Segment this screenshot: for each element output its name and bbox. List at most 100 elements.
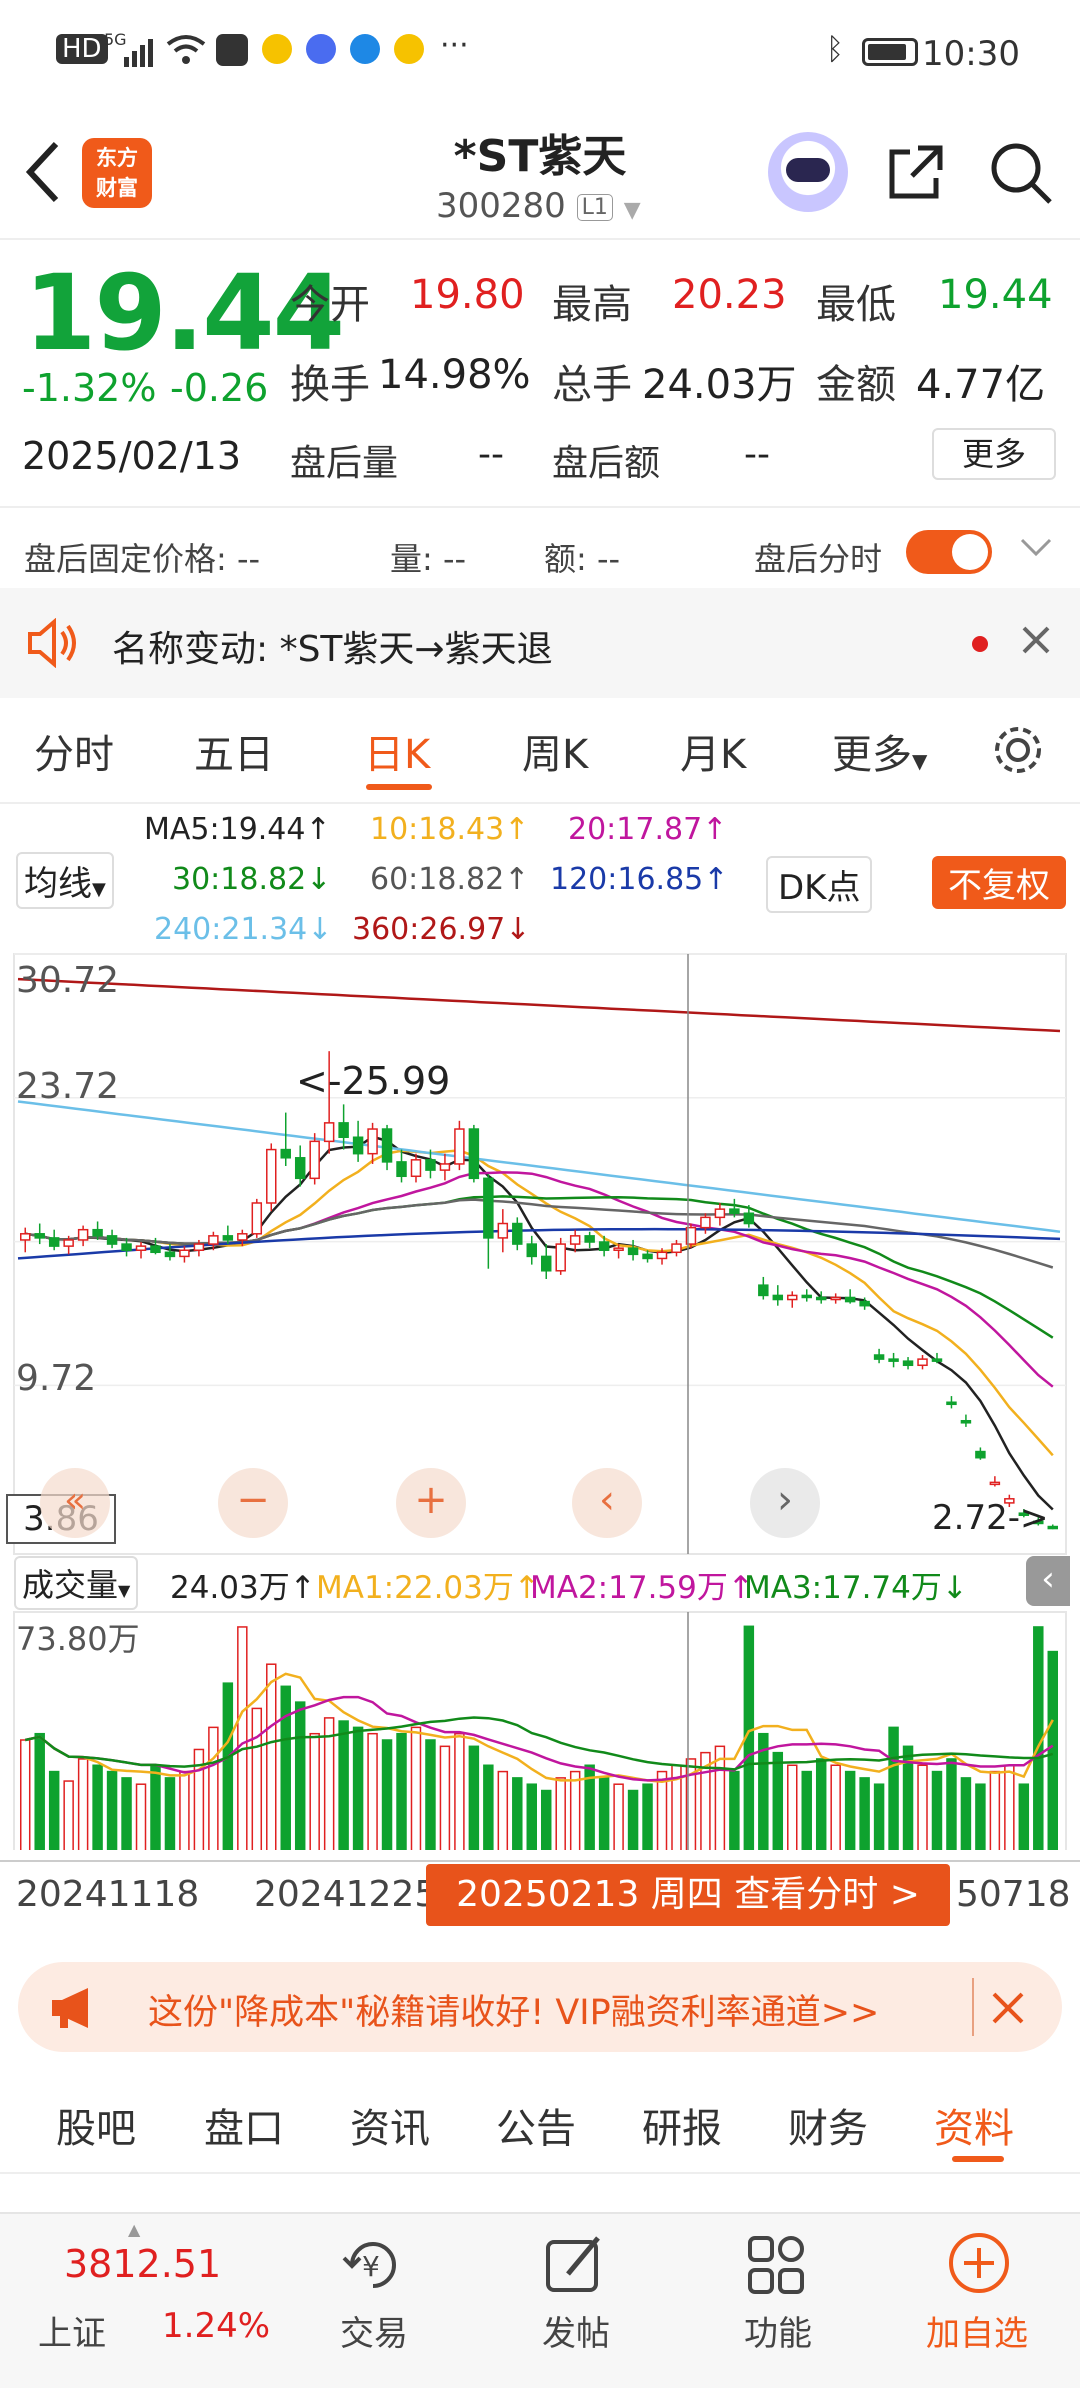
divider — [0, 506, 1080, 508]
candle-body — [19, 1233, 31, 1241]
zoom-in-icon[interactable]: + — [396, 1468, 466, 1538]
index-value[interactable]: 3812.51 — [64, 2242, 221, 2286]
search-icon[interactable] — [988, 140, 1054, 210]
close-icon[interactable] — [1020, 624, 1052, 660]
volume-bar — [555, 1777, 566, 1850]
open-value: 19.80 — [410, 272, 525, 318]
volume-bar — [294, 1701, 306, 1850]
volume-bar — [888, 1726, 899, 1850]
view-intraday-button[interactable]: 20250213 周四 查看分时 > — [426, 1864, 950, 1926]
after-amount-label: 盘后额 — [552, 443, 661, 484]
volume-bar — [266, 1663, 277, 1850]
candle-body — [642, 1253, 653, 1260]
candle-body — [584, 1235, 595, 1243]
candle-body — [888, 1358, 899, 1362]
candle-body — [743, 1212, 755, 1225]
after-hours-toggle-label: 盘后分时 — [754, 540, 883, 578]
dropdown-icon: ▼ — [118, 1581, 131, 1600]
volume-bar — [237, 1626, 248, 1850]
scroll-left-icon[interactable]: ‹ — [572, 1468, 642, 1538]
kline-chart[interactable]: 30.72 23.72 9.72 <-25.99 — [0, 950, 1080, 1560]
candle-body — [758, 1284, 769, 1297]
volume-bar — [135, 1783, 147, 1850]
weibo-icon-2 — [394, 34, 424, 64]
tab-research[interactable]: 研报 — [642, 2096, 722, 2154]
y-tick-max: 30.72 — [16, 960, 119, 1001]
volume-bar — [526, 1783, 538, 1850]
tab-five-day[interactable]: 五日 — [194, 722, 274, 780]
volume-bar — [468, 1745, 480, 1850]
candle-body — [483, 1177, 494, 1239]
candle-body — [627, 1247, 639, 1256]
tab-announcements[interactable]: 公告 — [496, 2096, 576, 2154]
volume-selector[interactable]: 成交量▼ — [14, 1556, 139, 1610]
ai-assistant-icon[interactable] — [768, 132, 848, 212]
zoom-out-icon[interactable]: − — [218, 1468, 288, 1538]
stock-code-row[interactable]: 300280 L1 ▼ — [436, 186, 641, 226]
volume-bar — [801, 1770, 812, 1850]
notice-bar[interactable]: 名称变动: *ST紫天→紫天退 — [0, 588, 1080, 698]
volume-bar — [19, 1739, 31, 1850]
candle-body — [902, 1360, 914, 1367]
index-name[interactable]: 上证 — [38, 2306, 106, 2355]
candle-body — [367, 1128, 378, 1155]
tab-forum[interactable]: 股吧 — [56, 2096, 136, 2154]
tab-news[interactable]: 资讯 — [350, 2096, 430, 2154]
volume-ma3: MA3:17.74万↓ — [744, 1570, 968, 1606]
tab-orderbook[interactable]: 盘口 — [204, 2096, 284, 2154]
chevron-down-icon[interactable] — [1020, 536, 1052, 564]
share-icon[interactable] — [884, 140, 948, 208]
collapse-panel-icon[interactable]: ‹ — [1026, 1556, 1070, 1606]
candle-body — [164, 1251, 176, 1258]
candle-body — [280, 1148, 291, 1159]
volume-label: 总手 — [552, 362, 632, 408]
promo-banner[interactable]: 这份"降成本"秘籍请收好! VIP融资利率通道>> — [18, 1962, 1062, 2052]
hd-icon: HD — [56, 34, 108, 64]
candle-body — [569, 1235, 581, 1245]
volume-bar — [729, 1770, 740, 1850]
trade-button[interactable]: 交易 — [340, 2306, 408, 2355]
candle-body — [309, 1140, 320, 1180]
candle-body — [555, 1243, 566, 1272]
scroll-left-far-icon[interactable]: « — [40, 1468, 110, 1538]
ma-selector-label: 均线 — [24, 864, 92, 904]
tab-more-label: 更多 — [832, 732, 912, 778]
y-tick-2: 23.72 — [16, 1066, 119, 1107]
quote-date: 2025/02/13 — [22, 434, 242, 478]
index-change[interactable]: 1.24% — [162, 2306, 270, 2346]
scroll-right-icon[interactable]: › — [750, 1468, 820, 1538]
x-axis — [0, 1860, 1080, 1862]
function-button[interactable]: 功能 — [744, 2306, 812, 2355]
candle-body — [106, 1235, 118, 1245]
candle-body — [1047, 1525, 1059, 1530]
close-icon[interactable] — [990, 1990, 1026, 2030]
active-tab-indicator — [952, 2156, 1004, 2162]
tab-intraday[interactable]: 分时 — [34, 722, 114, 780]
tab-weekly-k[interactable]: 周K — [522, 722, 588, 780]
weibo-icon — [262, 34, 292, 64]
volume-chart[interactable]: 73.80万 — [0, 1610, 1080, 1850]
volume-bar — [367, 1732, 378, 1850]
candle-body — [63, 1239, 74, 1247]
candle-body — [48, 1237, 60, 1247]
volume-bar — [150, 1764, 161, 1850]
after-hours-toggle[interactable] — [906, 530, 992, 574]
tab-more[interactable]: 更多▼ — [832, 722, 927, 780]
tab-daily-k[interactable]: 日K — [364, 722, 430, 780]
volume-bar — [410, 1726, 422, 1850]
tab-finance[interactable]: 财务 — [788, 2096, 868, 2154]
x-label-start: 20241118 — [16, 1874, 200, 1915]
period-tabs: 分时 五日 日K 周K 月K 更多▼ — [0, 700, 1080, 804]
ma-selector[interactable]: 均线▼ — [16, 852, 114, 909]
candle-body — [526, 1243, 538, 1258]
dk-point-button[interactable]: DK点 — [766, 856, 873, 913]
candle-body — [439, 1163, 451, 1171]
tab-profile[interactable]: 资料 — [934, 2096, 1014, 2154]
adjust-button[interactable]: 不复权 — [932, 856, 1066, 909]
post-button[interactable]: 发帖 — [542, 2306, 610, 2355]
more-button[interactable]: 更多 — [932, 428, 1056, 480]
add-watchlist-button[interactable]: 加自选 — [926, 2306, 1028, 2355]
ma20-legend: 20:17.87↑ — [568, 812, 728, 847]
tab-monthly-k[interactable]: 月K — [680, 722, 746, 780]
gear-icon[interactable] — [990, 722, 1046, 782]
